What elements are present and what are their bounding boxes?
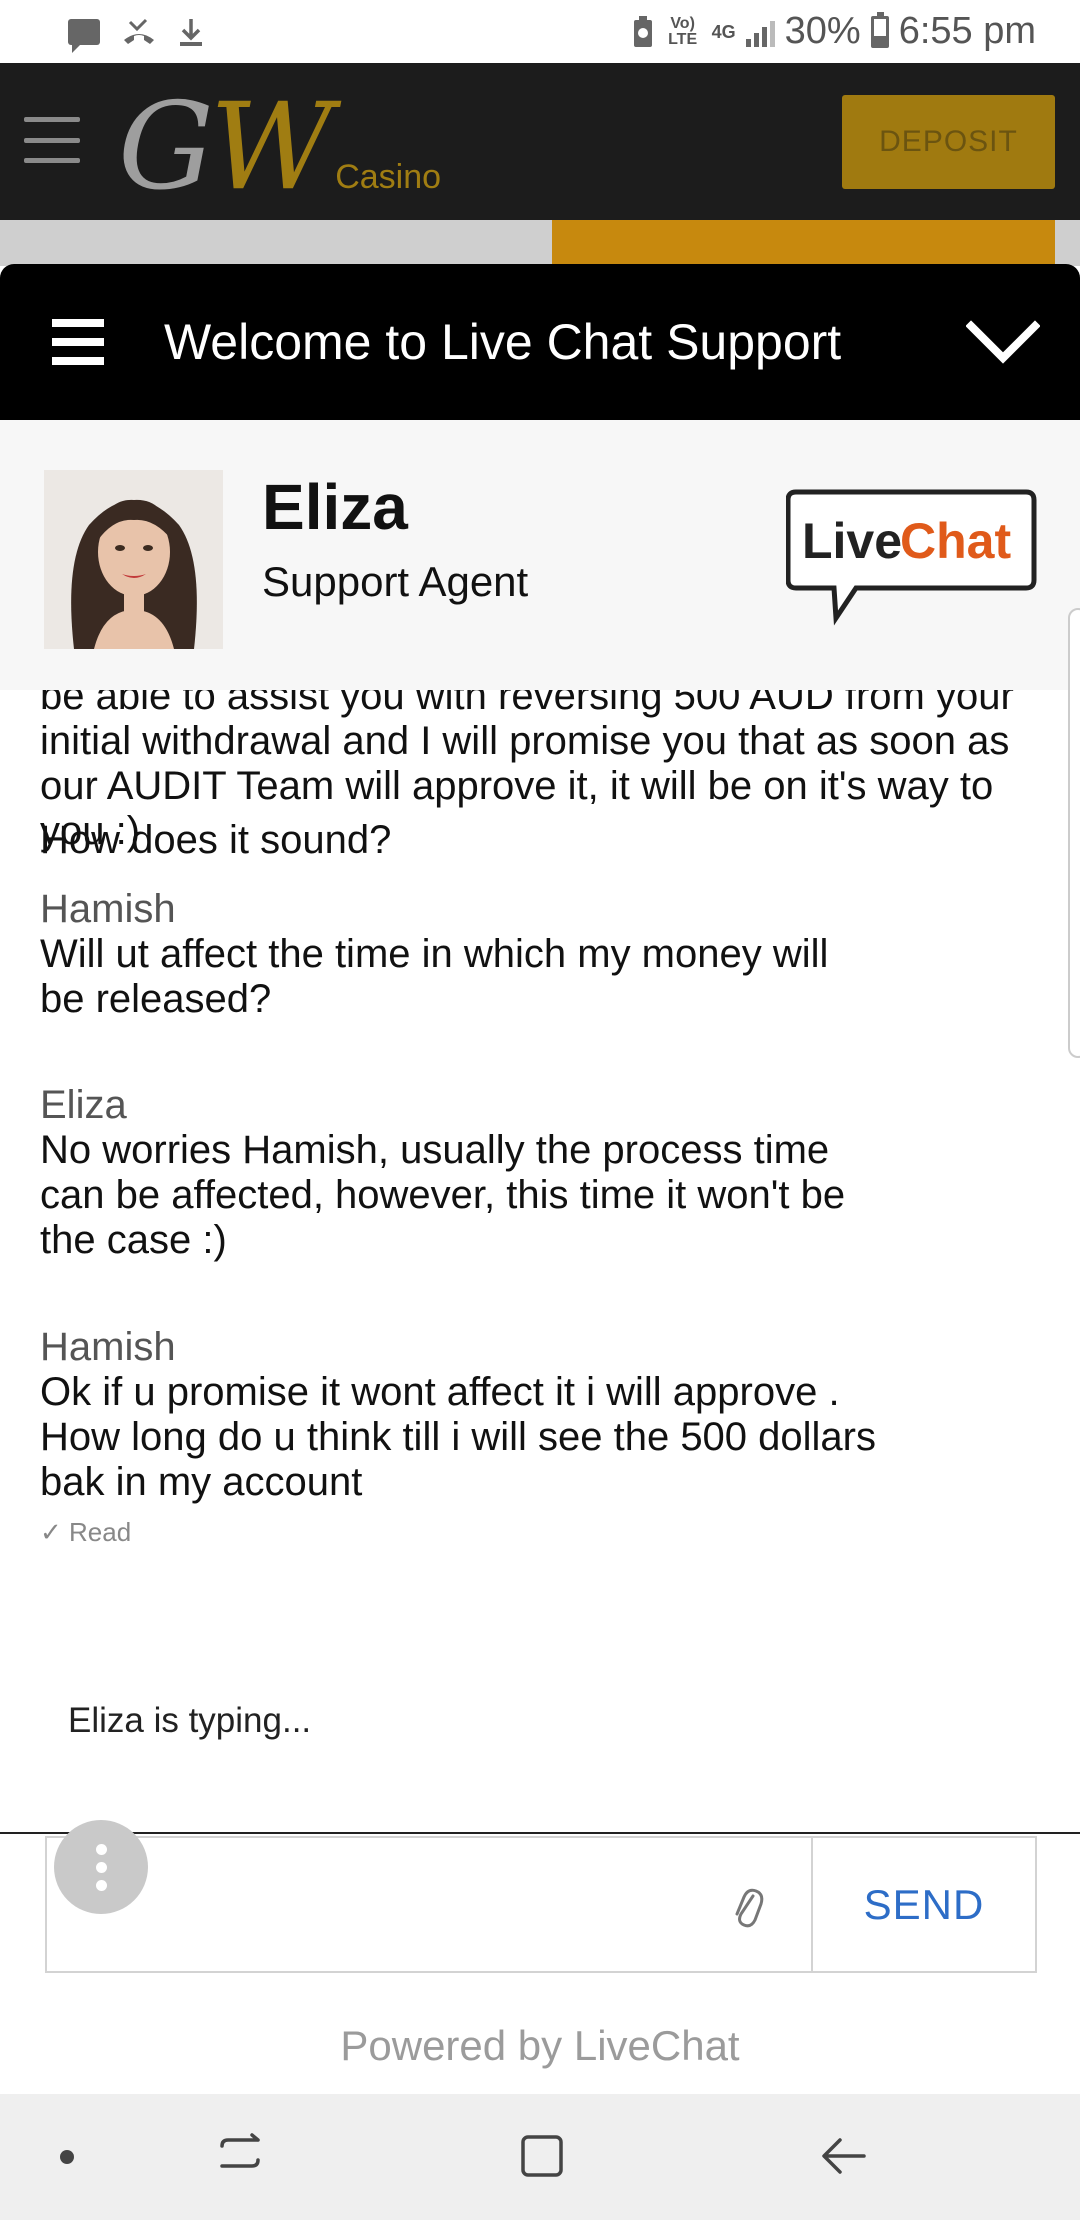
message-sender: Hamish xyxy=(40,887,176,931)
back-icon[interactable] xyxy=(820,2132,868,2180)
message-group: Hamish Ok if u promise it wont affect it… xyxy=(40,1324,890,1548)
network-type: 4G xyxy=(711,21,736,42)
clock: 6:55 pm xyxy=(898,10,1036,52)
download-icon xyxy=(180,18,202,46)
page-banner-strip xyxy=(0,220,1080,266)
gw-casino-logo[interactable]: GW Casino xyxy=(118,83,441,208)
missed-call-icon xyxy=(124,18,154,44)
volte-indicator: Vo) LTE xyxy=(668,14,698,48)
more-options-icon[interactable] xyxy=(54,1820,148,1914)
livechat-logo-live: Live xyxy=(802,513,902,569)
typing-indicator: Eliza is typing... xyxy=(68,1701,312,1740)
message-input-container xyxy=(47,1838,813,1971)
message-sender: Hamish xyxy=(40,1325,176,1369)
agent-name: Eliza xyxy=(262,471,408,543)
visitor-message: Ok if u promise it wont affect it i will… xyxy=(40,1370,876,1504)
message-list[interactable]: be able to assist you with reversing 500… xyxy=(0,690,1080,1710)
signal-icon xyxy=(745,17,775,47)
divider xyxy=(0,1832,1080,1834)
battery-percent: 30% xyxy=(784,10,861,52)
livechat-logo-chat: Chat xyxy=(900,513,1011,569)
battery-saver-icon xyxy=(633,15,652,47)
home-icon[interactable] xyxy=(518,2132,566,2180)
android-nav-bar xyxy=(0,2094,1080,2220)
message-sender: Eliza xyxy=(40,1083,127,1127)
live-chat-widget: Welcome to Live Chat Support Eliza Suppo… xyxy=(0,264,1080,2094)
nav-hide-dot-icon[interactable] xyxy=(60,2150,74,2164)
visitor-message: Will ut affect the time in which my mone… xyxy=(40,932,829,1021)
message-icon xyxy=(68,18,100,53)
chat-menu-icon[interactable] xyxy=(52,319,104,365)
agent-avatar xyxy=(44,470,223,649)
agent-card: Eliza Support Agent Live Chat xyxy=(0,420,1080,690)
message-group: Eliza No worries Hamish, usually the pro… xyxy=(40,1082,870,1263)
message-composer: SEND xyxy=(45,1836,1037,1973)
attachment-paperclip-icon[interactable] xyxy=(729,1882,765,1932)
recent-apps-icon[interactable] xyxy=(218,2132,262,2176)
chat-title: Welcome to Live Chat Support xyxy=(164,314,842,370)
casino-header: GW Casino DEPOSIT xyxy=(0,63,1080,220)
livechat-logo: Live Chat xyxy=(786,489,1037,626)
message-input[interactable] xyxy=(67,1858,687,1948)
deposit-button[interactable]: DEPOSIT xyxy=(842,95,1055,189)
checkmark-icon: ✓ xyxy=(40,1517,62,1547)
send-button[interactable]: SEND xyxy=(813,1838,1035,1971)
read-receipt: ✓ Read xyxy=(40,1517,132,1547)
site-menu-icon[interactable] xyxy=(24,117,80,163)
status-bar: Vo) LTE 4G 30% 6:55 pm xyxy=(0,0,1080,63)
message-group: Hamish Will ut affect the time in which … xyxy=(40,886,870,1022)
battery-icon xyxy=(870,11,889,48)
minimize-chevron-down-icon[interactable] xyxy=(966,320,1040,364)
scroll-edge[interactable] xyxy=(1068,608,1080,1058)
agent-message: No worries Hamish, usually the process t… xyxy=(40,1128,846,1262)
agent-message: How does it sound? xyxy=(40,818,392,862)
chat-header: Welcome to Live Chat Support xyxy=(0,264,1080,420)
powered-by-link[interactable]: Powered by LiveChat xyxy=(0,2022,1080,2070)
agent-role: Support Agent xyxy=(262,558,529,605)
